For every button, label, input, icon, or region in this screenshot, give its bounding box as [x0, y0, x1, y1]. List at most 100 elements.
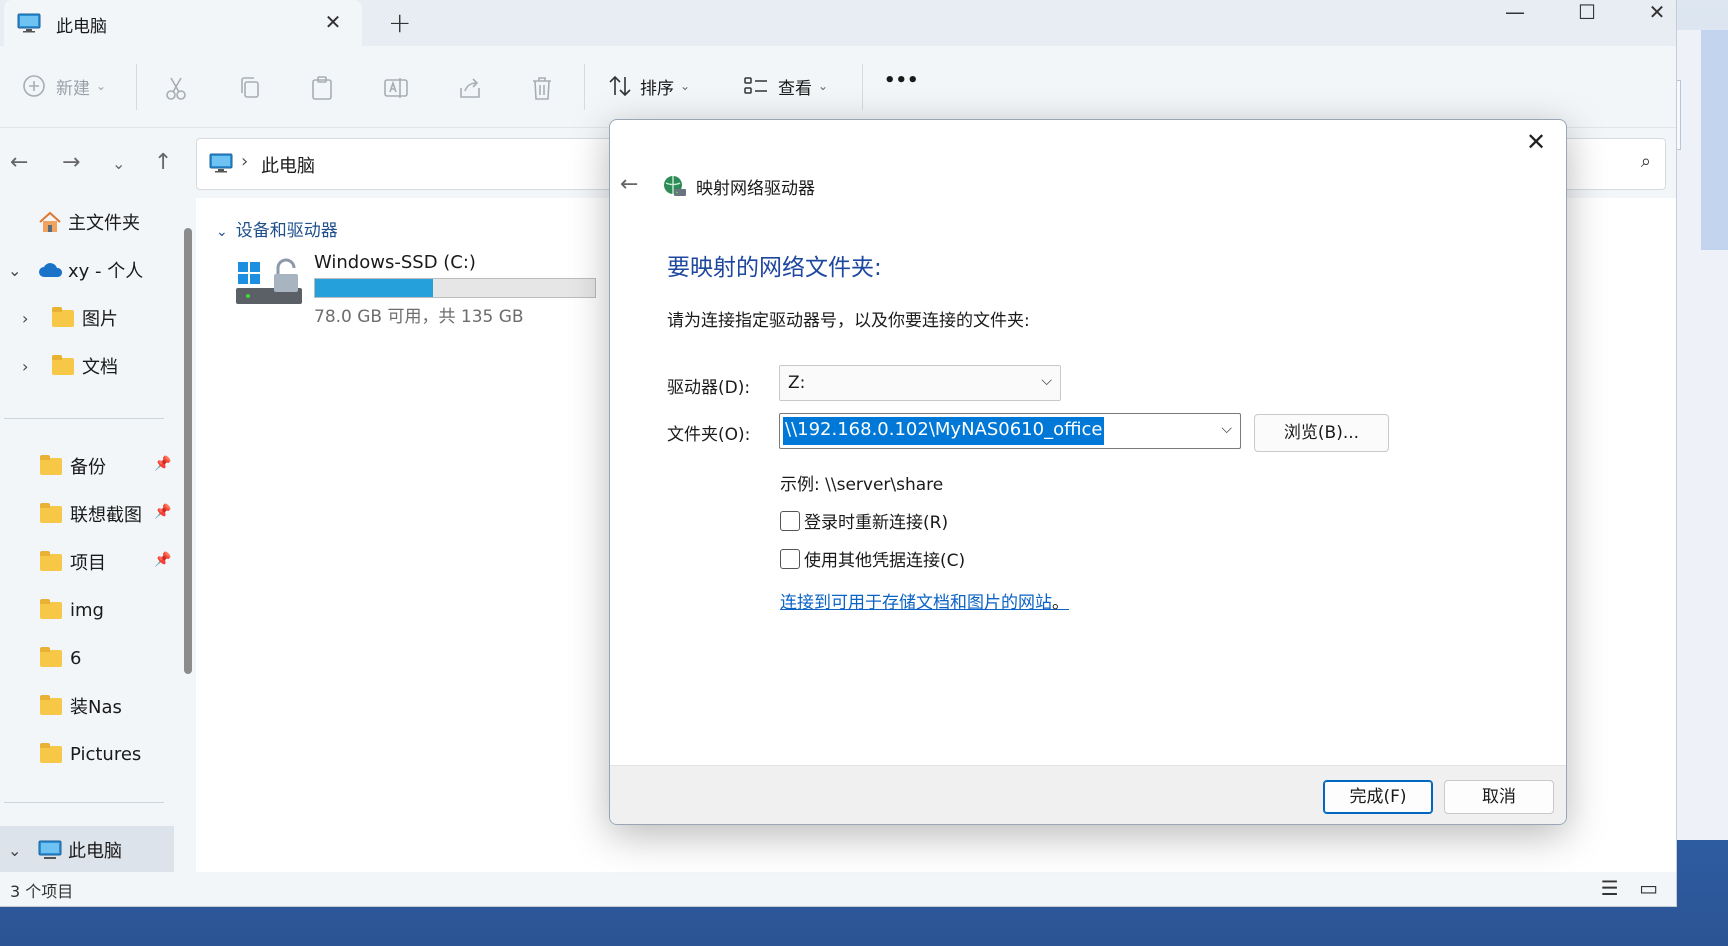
sidebar-item-pinned-folder[interactable]: 项目 [40, 542, 106, 582]
new-tab-plus-icon[interactable]: + [388, 6, 411, 39]
folder-path-combobox[interactable]: \\192.168.0.102\MyNAS0610_office ⌵ [779, 413, 1241, 449]
sidebar-scrollbar[interactable] [184, 228, 192, 674]
sidebar-item-label: 文档 [82, 357, 118, 378]
tab-this-pc[interactable]: 此电脑 ✕ [4, 0, 362, 46]
chevron-down-icon: ⌄ [216, 224, 228, 240]
maximize-icon[interactable]: ☐ [1564, 0, 1610, 24]
chevron-down-icon: ⌄ [818, 79, 829, 93]
reconnect-checkbox-label[interactable]: 登录时重新连接(R) [804, 508, 948, 533]
dialog-heading: 要映射的网络文件夹: [667, 255, 882, 281]
copy-icon[interactable] [236, 74, 264, 102]
cloud-icon [39, 263, 63, 277]
sidebar-item-documents[interactable]: › 文档 [22, 346, 118, 386]
website-connect-link-text[interactable]: 连接到可用于存储文档和图片的网站 [780, 593, 1052, 613]
sidebar-item-pictures[interactable]: › 图片 [22, 298, 118, 338]
more-options-button[interactable]: ••• [884, 70, 919, 91]
chevron-right-icon[interactable]: › [22, 357, 28, 376]
folder-icon [52, 306, 74, 327]
sort-button[interactable]: 排序 ⌄ [606, 72, 690, 100]
chevron-down-icon[interactable]: ⌄ [8, 841, 21, 860]
browse-button[interactable]: 浏览(B)... [1254, 414, 1389, 452]
reconnect-checkbox-row[interactable]: 登录时重新连接(R) [780, 508, 948, 533]
sidebar-item-folder[interactable]: 装Nas [40, 686, 122, 726]
item-count: 3 个项目 [10, 882, 74, 901]
up-arrow-icon[interactable]: ↑ [154, 150, 172, 175]
sidebar-item-folder[interactable]: img [40, 590, 104, 630]
example-path-text: 示例: \\server\share [780, 475, 944, 495]
drive-usage-fill [315, 279, 433, 297]
drive-c-icon[interactable] [234, 252, 306, 310]
sidebar-item-label: img [70, 599, 104, 621]
tiles-view-icon[interactable]: ▭ [1639, 876, 1658, 900]
share-icon[interactable] [456, 74, 484, 102]
view-button[interactable]: 查看 ⌄ [742, 72, 828, 100]
folder-icon [40, 646, 62, 667]
credentials-checkbox-label[interactable]: 使用其他凭据连接(C) [804, 546, 965, 571]
group-header-label: 设备和驱动器 [235, 221, 338, 241]
close-window-icon[interactable]: ✕ [1634, 0, 1680, 24]
reconnect-checkbox[interactable] [780, 510, 800, 531]
pin-icon: 📌 [154, 552, 172, 568]
delete-icon[interactable] [528, 74, 556, 102]
pin-icon: 📌 [154, 504, 172, 520]
sidebar-item-pinned-folder[interactable]: 备份 [40, 446, 106, 486]
navigation-pane: 主文件夹 ⌄ xy - 个人 › 图片 › 文档 备份 📌 联想截图 📌 项目 … [0, 198, 196, 872]
cut-icon[interactable] [162, 74, 190, 102]
title-bar: 此电脑 ✕ + — ☐ ✕ [0, 0, 1676, 46]
website-connect-link[interactable]: 连接到可用于存储文档和图片的网站。 [780, 588, 1069, 613]
chevron-down-icon[interactable]: ⌄ [8, 261, 21, 280]
chevron-down-icon[interactable]: ⌵ [1221, 421, 1232, 437]
credentials-checkbox[interactable] [780, 548, 800, 569]
sidebar-item-label: Pictures [70, 743, 142, 765]
view-list-icon [744, 77, 767, 94]
drive-c-name[interactable]: Windows-SSD (C:) [314, 252, 476, 273]
sidebar-item-label: 此电脑 [68, 841, 122, 862]
sort-arrows-icon [609, 75, 631, 97]
dialog-footer: 完成(F) 取消 [610, 765, 1566, 824]
drive-letter-value: Z: [788, 373, 806, 393]
group-header[interactable]: ⌄ 设备和驱动器 [216, 216, 338, 241]
folder-icon [40, 454, 62, 475]
folder-path-value[interactable]: \\192.168.0.102\MyNAS0610_office [783, 417, 1105, 445]
sidebar-item-folder[interactable]: 6 [40, 638, 81, 678]
breadcrumb-this-pc[interactable]: 此电脑 [261, 152, 315, 178]
paste-icon[interactable] [308, 74, 336, 102]
sidebar-divider [4, 802, 164, 803]
toolbar-divider [136, 64, 137, 110]
folder-icon [40, 742, 62, 763]
rename-icon[interactable] [382, 74, 410, 102]
close-icon[interactable]: ✕ [1518, 128, 1554, 156]
home-icon [39, 211, 61, 232]
back-arrow-icon[interactable]: ← [10, 150, 28, 175]
computer-icon [209, 153, 233, 173]
folder-icon [40, 502, 62, 523]
sidebar-item-folder[interactable]: Pictures [40, 734, 141, 774]
computer-icon [38, 840, 62, 859]
sidebar-item-onedrive[interactable]: ⌄ xy - 个人 [8, 250, 143, 290]
sidebar-item-home[interactable]: 主文件夹 [38, 202, 140, 242]
drive-letter-select[interactable]: Z: ⌵ [779, 365, 1061, 401]
forward-arrow-icon[interactable]: → [62, 150, 80, 175]
sidebar-item-label: 备份 [70, 457, 106, 478]
credentials-checkbox-row[interactable]: 使用其他凭据连接(C) [780, 546, 965, 571]
view-button-label: 查看 [778, 78, 812, 99]
sidebar-item-pinned-folder[interactable]: 联想截图 [40, 494, 142, 534]
chevron-down-icon: ⌄ [680, 79, 691, 93]
sidebar-item-label: 装Nas [70, 697, 122, 718]
chevron-right-icon[interactable]: › [22, 309, 28, 328]
network-drive-icon [664, 176, 686, 196]
search-icon[interactable]: ⌕ [1641, 151, 1651, 172]
toolbar-divider [584, 64, 585, 110]
folder-icon [40, 550, 62, 571]
new-button[interactable]: 新建 ⌄ [20, 72, 106, 100]
chevron-down-icon: ⌵ [1041, 373, 1052, 389]
details-view-icon[interactable]: ☰ [1601, 876, 1619, 900]
close-tab-icon[interactable]: ✕ [320, 10, 346, 34]
back-arrow-icon[interactable]: ← [620, 172, 638, 197]
finish-button[interactable]: 完成(F) [1323, 780, 1433, 814]
pin-icon: 📌 [154, 456, 172, 472]
recent-locations-chevron-icon[interactable]: ⌄ [112, 154, 125, 173]
cancel-button[interactable]: 取消 [1444, 780, 1554, 814]
minimize-icon[interactable]: — [1492, 0, 1538, 24]
sidebar-item-this-pc[interactable]: ⌄ 此电脑 [8, 830, 122, 870]
